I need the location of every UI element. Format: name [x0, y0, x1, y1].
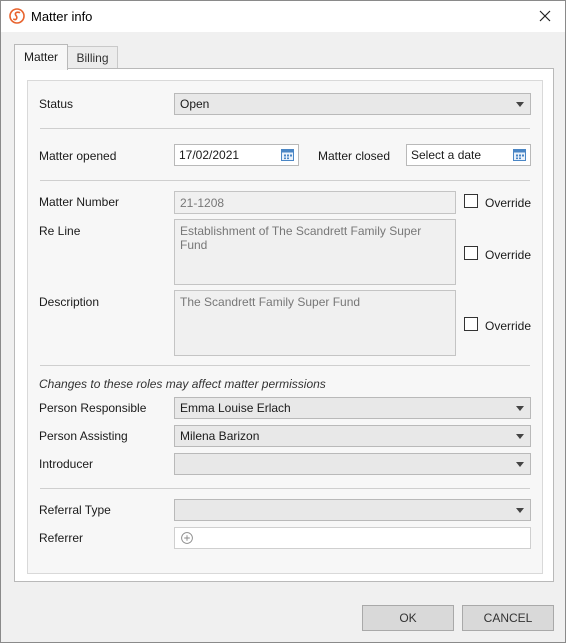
matter-number-field: 21-1208 [174, 191, 456, 214]
matter-closed-label: Matter closed [318, 149, 391, 163]
re-line-override-checkbox[interactable] [464, 246, 478, 260]
person-responsible-value: Emma Louise Erlach [180, 401, 291, 415]
referrer-label: Referrer [39, 531, 84, 545]
matter-tab-panel: Status Open Matter opened 17/02/2021 Mat… [14, 68, 554, 582]
matter-closed-date-field[interactable]: Select a date [406, 144, 531, 166]
matter-details-group: Status Open Matter opened 17/02/2021 Mat… [27, 80, 543, 574]
divider [40, 128, 530, 129]
person-assisting-value: Milena Barizon [180, 429, 260, 443]
tab-matter[interactable]: Matter [14, 44, 68, 70]
calendar-icon[interactable] [513, 148, 526, 161]
divider [40, 488, 530, 489]
introducer-label: Introducer [39, 457, 94, 471]
description-label: Description [39, 295, 100, 309]
matter-number-override-checkbox[interactable] [464, 194, 478, 208]
description-override-label: Override [485, 319, 532, 333]
matter-opened-label: Matter opened [39, 149, 117, 163]
description-field: The Scandrett Family Super Fund [174, 290, 456, 356]
chevron-down-icon [516, 462, 524, 467]
divider [40, 180, 530, 181]
window-title: Matter info [31, 9, 93, 24]
status-value: Open [180, 97, 210, 111]
roles-permissions-note: Changes to these roles may affect matter… [39, 377, 326, 391]
re-line-label: Re Line [39, 224, 81, 238]
app-logo-icon [9, 8, 25, 24]
person-responsible-label: Person Responsible [39, 401, 147, 415]
title-bar: Matter info [1, 1, 565, 32]
re-line-field: Establishment of The Scandrett Family Su… [174, 219, 456, 285]
matter-opened-value: 17/02/2021 [179, 148, 240, 162]
close-button[interactable] [531, 4, 559, 28]
status-dropdown[interactable]: Open [174, 93, 531, 115]
chevron-down-icon [516, 508, 524, 513]
divider [40, 365, 530, 366]
matter-info-dialog: Matter info Matter Billing Status Open M… [0, 0, 566, 643]
re-line-override-label: Override [485, 248, 532, 262]
person-assisting-dropdown[interactable]: Milena Barizon [174, 425, 531, 447]
matter-closed-placeholder: Select a date [411, 148, 482, 162]
matter-number-override-label: Override [485, 196, 532, 210]
chevron-down-icon [516, 434, 524, 439]
ok-button[interactable]: OK [362, 605, 454, 631]
tab-billing[interactable]: Billing [68, 46, 118, 68]
chevron-down-icon [516, 406, 524, 411]
matter-opened-date-field[interactable]: 17/02/2021 [174, 144, 299, 166]
referral-type-label: Referral Type [39, 503, 111, 517]
chevron-down-icon [516, 102, 524, 107]
close-icon [539, 10, 551, 22]
description-override-checkbox[interactable] [464, 317, 478, 331]
referral-type-dropdown[interactable] [174, 499, 531, 521]
status-label: Status [39, 97, 74, 111]
introducer-dropdown[interactable] [174, 453, 531, 475]
matter-number-label: Matter Number [39, 195, 120, 209]
cancel-button[interactable]: CANCEL [462, 605, 554, 631]
referrer-field[interactable] [174, 527, 531, 549]
person-assisting-label: Person Assisting [39, 429, 128, 443]
person-responsible-dropdown[interactable]: Emma Louise Erlach [174, 397, 531, 419]
add-referrer-icon[interactable] [181, 532, 193, 544]
calendar-icon[interactable] [281, 148, 294, 161]
